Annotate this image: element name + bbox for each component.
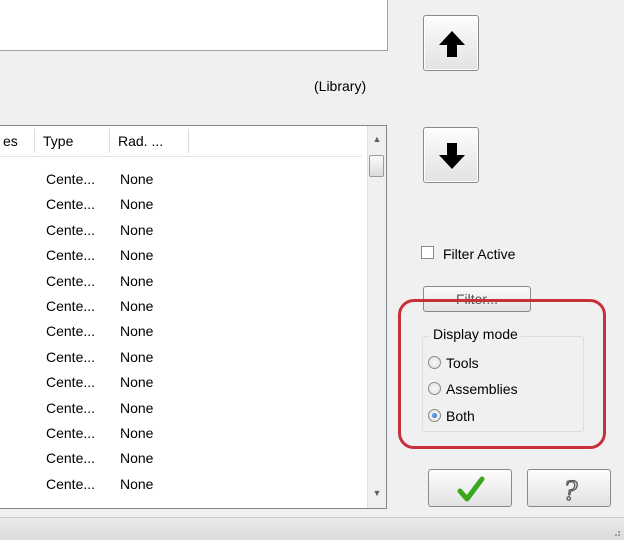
table-row[interactable]: Cente... None (0, 298, 362, 323)
ok-button[interactable] (428, 469, 512, 507)
cell-type: Cente... (46, 424, 96, 441)
filter-active-label: Filter Active (443, 246, 516, 262)
cell-rad: None (120, 196, 154, 213)
library-label: (Library) (314, 78, 367, 94)
scroll-down-arrow-icon[interactable]: ▼ (368, 484, 386, 502)
arrow-up-icon (439, 31, 465, 57)
table-row[interactable]: Cente... None (0, 196, 362, 221)
arrow-down-icon (439, 143, 465, 169)
cell-rad: None (120, 323, 154, 340)
cell-rad: None (120, 424, 154, 441)
move-down-button[interactable] (423, 127, 479, 183)
column-header-type[interactable]: Type (43, 126, 73, 156)
cell-type: Cente... (46, 247, 96, 264)
table-row[interactable]: Cente... None (0, 222, 362, 247)
help-button[interactable]: ? (527, 469, 611, 508)
cell-rad: None (120, 475, 154, 492)
cell-type: Cente... (46, 399, 96, 416)
scrollbar-thumb[interactable] (369, 155, 384, 177)
cell-type: Cente... (46, 450, 96, 467)
cell-rad: None (120, 272, 154, 289)
list-scrollbar[interactable]: ▲ ▼ (367, 126, 386, 508)
column-divider[interactable] (34, 129, 35, 153)
table-row[interactable]: Cente... None (0, 425, 362, 450)
status-bar (0, 517, 624, 540)
cell-type: Cente... (46, 196, 96, 213)
table-row[interactable]: Cente... None (0, 400, 362, 425)
column-header-rad[interactable]: Rad. ... (118, 126, 163, 156)
cell-rad: None (120, 374, 154, 391)
column-header-partial[interactable]: es (3, 126, 18, 156)
question-mark-icon: ? (562, 473, 578, 507)
cell-rad: None (120, 171, 154, 187)
checkmark-icon (457, 476, 485, 502)
cell-type: Cente... (46, 348, 96, 365)
resize-grip-icon[interactable] (611, 527, 621, 537)
table-row[interactable]: Cente... None (0, 476, 362, 501)
cell-rad: None (120, 247, 154, 264)
cell-type: Cente... (46, 323, 96, 340)
cell-type: Cente... (46, 297, 96, 314)
column-divider[interactable] (188, 129, 189, 153)
cell-type: Cente... (46, 475, 96, 492)
cell-rad: None (120, 221, 154, 238)
table-row[interactable]: Cente... None (0, 374, 362, 399)
table-row[interactable]: Cente... None (0, 323, 362, 348)
table-row[interactable]: Cente... None (0, 349, 362, 374)
checkbox-box[interactable] (421, 246, 434, 259)
library-preview-pane (0, 0, 388, 51)
svg-text:?: ? (563, 474, 578, 507)
cell-rad: None (120, 450, 154, 467)
cell-type: Cente... (46, 171, 96, 187)
table-row[interactable]: Cente... None (0, 450, 362, 475)
column-divider[interactable] (109, 129, 110, 153)
cell-rad: None (120, 348, 154, 365)
cell-rad: None (120, 399, 154, 416)
cell-type: Cente... (46, 374, 96, 391)
tool-list[interactable]: es Type Rad. ... Cente... None Cente... Non… (0, 125, 387, 509)
cell-type: Cente... (46, 272, 96, 289)
scroll-up-arrow-icon[interactable]: ▲ (368, 130, 386, 148)
list-rows: Cente... None Cente... None Cente... None Cent… (0, 171, 362, 501)
table-row[interactable]: Cente... None (0, 247, 362, 272)
cell-type: Cente... (46, 221, 96, 238)
table-row[interactable]: Cente... None (0, 171, 362, 196)
move-up-button[interactable] (423, 15, 479, 71)
list-header: es Type Rad. ... (0, 126, 362, 157)
table-row[interactable]: Cente... None (0, 273, 362, 298)
cell-rad: None (120, 297, 154, 314)
highlight-annotation (398, 299, 606, 449)
